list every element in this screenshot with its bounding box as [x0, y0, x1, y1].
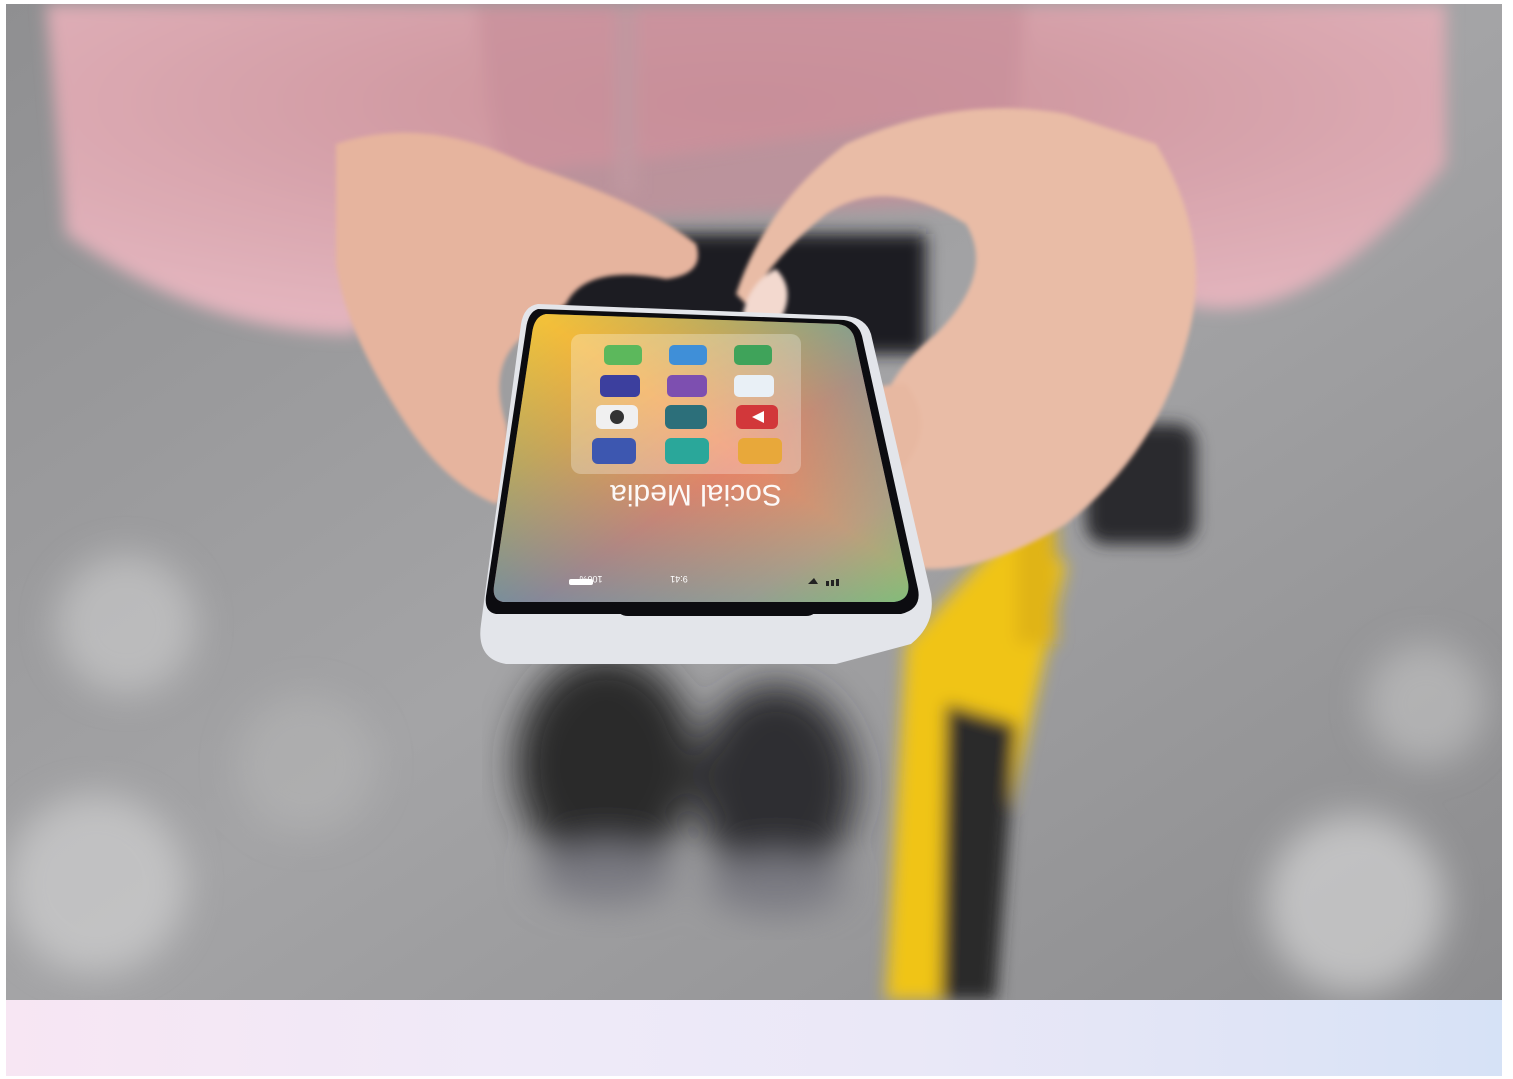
car-icon	[669, 345, 707, 365]
photo: Social Media 9:41 100%	[6, 4, 1502, 1000]
photo-scene: Social Media 9:41 100%	[6, 4, 1502, 1000]
folder-icon	[604, 345, 642, 365]
magnet-icon	[665, 405, 707, 429]
lock-icon	[665, 438, 709, 464]
chart-icon	[734, 375, 774, 397]
note-icon	[592, 438, 636, 464]
keyboard-icon	[600, 375, 640, 397]
phone-screen-heading: Social Media	[610, 478, 782, 511]
battery-icon	[569, 579, 593, 585]
phone-icon	[734, 345, 772, 365]
status-time: 9:41	[670, 574, 688, 584]
caption-band	[6, 1000, 1502, 1076]
robot-icon	[667, 375, 707, 397]
person-icon	[738, 438, 782, 464]
